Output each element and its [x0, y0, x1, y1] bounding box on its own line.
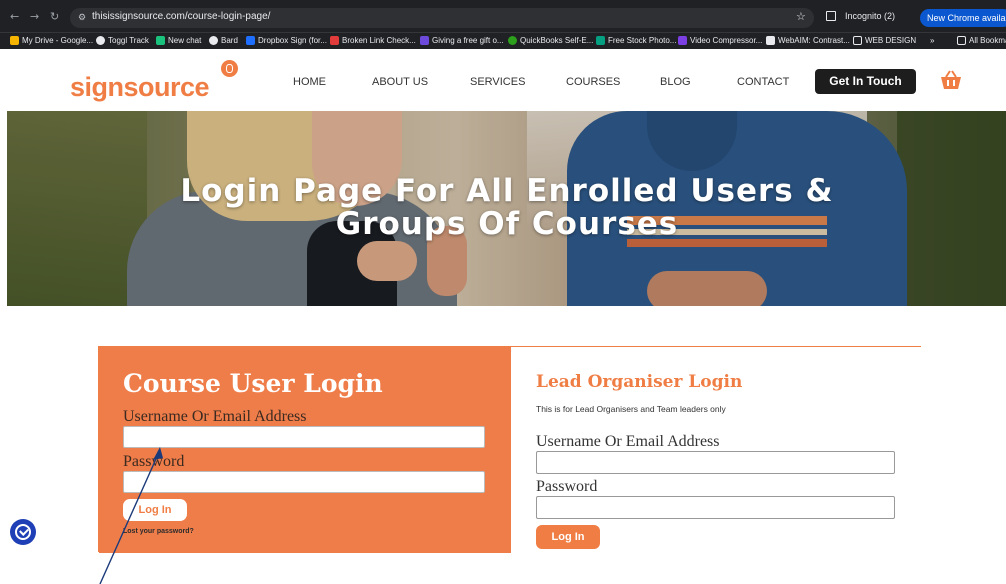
site-logo[interactable]: signsource — [70, 72, 210, 103]
lead-password-input[interactable] — [536, 496, 895, 519]
bookmark-item[interactable]: WebAIM: Contrast... — [766, 36, 850, 45]
site-settings-icon[interactable]: ⚙ — [78, 12, 89, 23]
webaim-icon — [766, 36, 775, 45]
accessibility-icon[interactable] — [10, 519, 36, 545]
course-login-button[interactable]: Log In — [123, 499, 187, 521]
lead-organiser-login-panel: Lead Organiser Login This is for Lead Or… — [511, 347, 921, 553]
bookmark-item[interactable]: Video Compressor... — [678, 36, 762, 45]
broken-link-icon — [330, 36, 339, 45]
side-panel-icon[interactable] — [826, 11, 836, 21]
hero-title-line: Login Page For All Enrolled Users & — [180, 173, 834, 209]
back-icon[interactable]: ← — [10, 10, 19, 23]
bookmark-item[interactable]: Broken Link Check... — [330, 36, 416, 45]
get-in-touch-button[interactable]: Get In Touch — [815, 69, 916, 94]
course-username-label: Username Or Email Address — [123, 408, 307, 425]
bookmark-item[interactable]: QuickBooks Self-E... — [508, 36, 593, 45]
reload-icon[interactable]: ↻ — [50, 10, 59, 23]
hero-title-line: Groups Of Courses — [335, 206, 679, 242]
bard-icon — [209, 36, 218, 45]
bookmark-folder[interactable]: WEB DESIGN — [853, 36, 916, 45]
hero-title: Login Page For All Enrolled Users & Grou… — [7, 175, 1006, 241]
bookmark-folder[interactable]: All Bookmarks — [957, 36, 1006, 45]
bookmark-item[interactable]: Dropbox Sign (for... — [246, 36, 327, 45]
nav-contact[interactable]: CONTACT — [737, 76, 789, 88]
bookmark-item[interactable]: Bard — [209, 36, 238, 45]
page: ← → ↻ ⚙ thisissignsource.com/course-logi… — [0, 0, 1006, 584]
lead-username-input[interactable] — [536, 451, 895, 474]
folder-icon — [957, 36, 966, 45]
gift-icon — [420, 36, 429, 45]
logo-hand-icon — [221, 60, 238, 77]
toggl-icon — [96, 36, 105, 45]
login-section: Course User Login Username Or Email Addr… — [98, 346, 921, 553]
nav-home[interactable]: HOME — [293, 76, 326, 88]
bookmarks-bar: My Drive - Google... Toggl Track New cha… — [0, 32, 1006, 49]
chatgpt-icon — [156, 36, 165, 45]
bookmark-star-icon[interactable]: ☆ — [796, 10, 806, 23]
lead-login-title: Lead Organiser Login — [536, 372, 743, 392]
basket-icon[interactable] — [939, 69, 963, 91]
drive-icon — [10, 36, 19, 45]
lead-password-label: Password — [536, 478, 598, 495]
bookmark-item[interactable]: Free Stock Photo... — [596, 36, 676, 45]
dropbox-icon — [246, 36, 255, 45]
bookmark-item[interactable]: New chat — [156, 36, 201, 45]
nav-about-us[interactable]: ABOUT US — [372, 76, 428, 88]
course-password-input[interactable] — [123, 471, 485, 493]
bookmark-item[interactable]: My Drive - Google... — [10, 36, 93, 45]
browser-toolbar: ← → ↻ ⚙ thisissignsource.com/course-logi… — [0, 0, 1006, 32]
stock-photo-icon — [596, 36, 605, 45]
lost-password-link[interactable]: Lost your password? — [123, 528, 194, 535]
course-login-title: Course User Login — [123, 369, 383, 398]
bookmark-item[interactable]: Giving a free gift o... — [420, 36, 504, 45]
course-username-input[interactable] — [123, 426, 485, 448]
address-bar[interactable]: ⚙ thisissignsource.com/course-login-page… — [70, 8, 814, 28]
folder-icon — [853, 36, 862, 45]
lead-username-label: Username Or Email Address — [536, 433, 720, 450]
course-user-login-panel: Course User Login Username Or Email Addr… — [99, 347, 511, 553]
site-header: signsource HOME ABOUT US SERVICES COURSE… — [0, 50, 1006, 111]
bookmark-item[interactable]: Toggl Track — [96, 36, 149, 45]
video-icon — [678, 36, 687, 45]
bookmarks-overflow-icon[interactable]: » — [930, 36, 934, 45]
lead-login-button[interactable]: Log In — [536, 525, 600, 549]
course-password-label: Password — [123, 453, 185, 470]
nav-services[interactable]: SERVICES — [470, 76, 525, 88]
nav-courses[interactable]: COURSES — [566, 76, 620, 88]
nav-blog[interactable]: BLOG — [660, 76, 691, 88]
address-url[interactable]: thisissignsource.com/course-login-page/ — [92, 11, 270, 22]
hero-banner: Login Page For All Enrolled Users & Grou… — [7, 111, 1006, 306]
forward-icon[interactable]: → — [30, 10, 39, 23]
incognito-indicator[interactable]: Incognito (2) — [845, 11, 895, 21]
lead-login-note: This is for Lead Organisers and Team lea… — [536, 404, 726, 414]
chrome-update-button[interactable]: New Chrome available — [920, 9, 1006, 27]
quickbooks-icon — [508, 36, 517, 45]
